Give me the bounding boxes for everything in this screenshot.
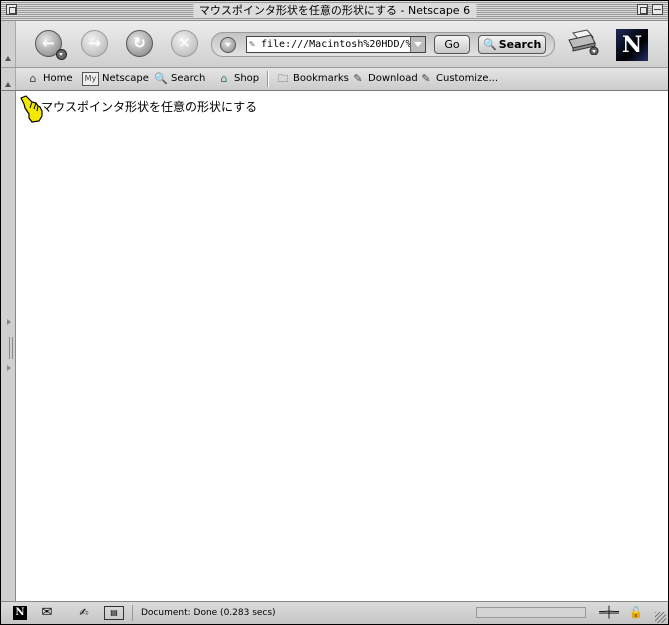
sidebar-grip[interactable] [1,91,15,601]
url-dropdown-icon[interactable] [410,37,425,52]
printer-icon [568,29,599,56]
window-title: マウスポインタ形状を任意の形状にする - Netscape 6 [192,3,477,18]
search-toolbar-button[interactable]: 🔍 Search [154,71,205,87]
reload-button[interactable]: ↻ [126,30,153,57]
link-icon: ✎ [353,72,363,85]
page-proxy-icon[interactable]: ✎ [249,37,259,52]
personal-toolbar-grip[interactable] [1,68,16,90]
progress-meter [476,607,586,618]
folder-icon: 🗀 [277,72,289,85]
back-arrow-icon: ← [42,34,55,52]
print-button[interactable] [567,29,599,56]
toolbar-separator [267,71,269,87]
navbar-collapse-grip[interactable] [1,21,16,67]
close-box[interactable] [6,4,17,15]
stop-icon: ✕ [178,34,191,52]
status-bar: N ✉ ✍ ▤ Document: Done (0.283 secs) ═╪═ … [1,601,668,624]
my-netscape-icon: My [82,72,99,86]
instant-messenger-icon[interactable]: ✍ [75,606,93,620]
home-icon: ⌂ [29,72,37,85]
customize-link[interactable]: ✎ Customize... [419,71,498,87]
mail-icon[interactable]: ✉ [38,606,56,620]
link-icon: ✎ [421,72,431,85]
back-button[interactable]: ← [35,30,67,60]
search-button[interactable]: 🔍 Search [478,35,546,54]
url-input[interactable]: ✎ file:///Macintosh%20HDD/%9 [246,36,426,53]
reload-icon: ↻ [133,34,146,52]
sidebar-expand-icon[interactable] [7,365,11,371]
stop-button[interactable]: ✕ [171,30,198,57]
download-link[interactable]: ✎ Download [351,71,417,87]
page-heading: マウスポインタ形状を任意の形状にする [41,100,258,114]
search-button-label: Search [498,38,542,51]
bookmarks-button[interactable]: 🗀 Bookmarks [276,71,349,87]
personal-toolbar: ⌂ Home My Netscape 🔍 Search ⌂ Shop 🗀 Bookmark… [1,68,668,91]
zoom-box[interactable] [637,4,648,15]
go-button[interactable]: Go [434,35,470,54]
title-bar[interactable]: マウスポインタ形状を任意の形状にする - Netscape 6 [1,1,668,21]
netscape-logo[interactable]: N [616,29,648,61]
composer-icon[interactable]: ▤ [104,606,124,620]
status-text: Document: Done (0.283 secs) [132,605,276,621]
back-history-dropdown-icon[interactable] [56,49,67,60]
magnifier-icon: 🔍 [483,38,497,51]
shop-button[interactable]: ⌂ Shop [217,71,260,87]
url-text: file:///Macintosh%20HDD/%9 [261,39,418,50]
browser-window: マウスポインタ形状を任意の形状にする - Netscape 6 ← → ↻ ✕ … [0,0,669,625]
home-button[interactable]: ⌂ Home [26,71,73,87]
netscape-n-icon[interactable]: N [13,606,27,620]
shop-icon: ⌂ [220,72,228,85]
forward-arrow-icon: → [88,34,101,52]
online-offline-icon[interactable]: ═╪═ [597,606,621,620]
url-history-menu-icon[interactable] [220,37,236,53]
navigation-toolbar: ← → ↻ ✕ ✎ file:///Macintosh%20HDD/%9 Go 🔍… [1,21,668,68]
forward-button[interactable]: → [81,30,108,57]
collapse-box[interactable] [652,4,663,15]
location-bar: ✎ file:///Macintosh%20HDD/%9 Go 🔍 Search [211,32,555,57]
sidebar-expand-icon[interactable] [7,319,11,325]
resize-grip[interactable] [655,612,666,623]
security-lock-icon[interactable]: 🔓 [629,606,643,620]
sidebar-grip-handle[interactable] [9,337,13,359]
my-netscape-button[interactable]: My Netscape [82,71,149,87]
page-content[interactable]: マウスポインタ形状を任意の形状にする [15,91,668,601]
search-icon: 🔍 [154,72,168,85]
